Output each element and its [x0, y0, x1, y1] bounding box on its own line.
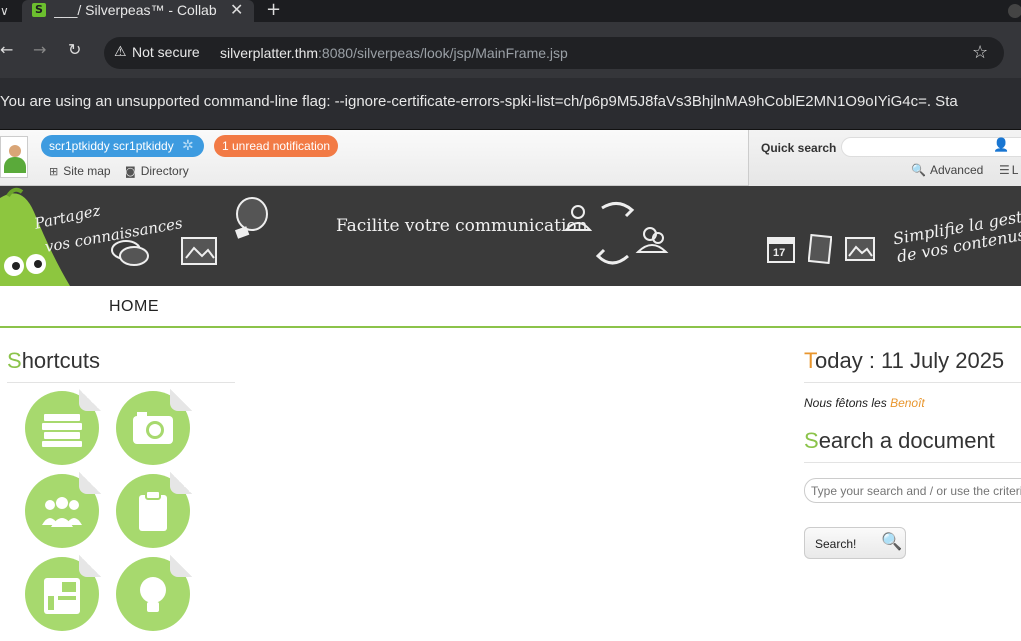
shortcut-calendar[interactable] [25, 555, 101, 631]
today-title: Today : 11 July 2025 [804, 348, 1004, 374]
today-title-initial: T [804, 348, 815, 373]
search-title-rest: earch a document [818, 428, 995, 453]
browser-tab[interactable]: S ___/ Silverpeas™ - Collab ✕ [22, 0, 254, 22]
directory-icon: ◙ [125, 165, 136, 178]
silverpeas-banner: Partagez vos connaissances Facilite votr… [0, 186, 1021, 286]
user-menu-button[interactable]: scr1ptkiddy scr1ptkiddy ✲ [41, 135, 204, 157]
url-text[interactable]: silverplatter.thm:8080/silverpeas/look/j… [220, 45, 568, 61]
advanced-search-link[interactable]: 🔍 Advanced [911, 163, 983, 177]
browser-toolbar: ← → ↻ ⚠ Not secure silverplatter.thm:808… [0, 22, 1021, 78]
calendar-day: 17 [773, 247, 786, 259]
silverpeas-topbar: scr1ptkiddy scr1ptkiddy ✲ 1 unread notif… [0, 130, 1021, 186]
search-title-initial: S [804, 428, 819, 453]
document-icon [808, 234, 832, 264]
banner-communication-text: Facilite votre communication [336, 216, 588, 236]
url-path: :8080/silverpeas/look/jsp/MainFrame.jsp [318, 45, 568, 61]
document-search-field[interactable] [804, 478, 1021, 503]
speech-bubbles-icon [111, 240, 149, 266]
search-title: Search a document [804, 428, 995, 454]
browser-tab-bar: ∨ S ___/ Silverpeas™ - Collab ✕ + [0, 0, 1021, 22]
name-day: Nous fêtons les Benoît [804, 396, 925, 410]
window-control[interactable] [1008, 4, 1021, 18]
avatar-head [9, 145, 21, 157]
list-label: L [1011, 163, 1019, 177]
shortcuts-title-rest: hortcuts [21, 348, 100, 373]
url-host: silverplatter.thm [220, 45, 319, 61]
list-icon: ☰ [999, 163, 1010, 177]
user-name: scr1ptkiddy scr1ptkiddy [49, 139, 174, 153]
forward-button[interactable]: → [33, 42, 46, 58]
picture-icon [845, 237, 875, 261]
tab-title: ___/ Silverpeas™ - Collab [54, 2, 217, 18]
menu-home-link[interactable]: HOME [109, 298, 159, 316]
quick-search-label: Quick search [761, 141, 837, 155]
name-day-prefix: Nous fêtons les [804, 396, 887, 410]
quick-search-area: Quick search 👤 🔍 Advanced ☰ L [748, 130, 1021, 186]
search-button[interactable]: Search! 🔍 [804, 527, 906, 559]
directory-link[interactable]: ◙ Directory [125, 164, 189, 178]
main-menu-bar: HOME [0, 286, 1021, 328]
shortcuts-title: Shortcuts [7, 348, 100, 374]
lightbulb-icon [234, 197, 268, 239]
document-search-input[interactable] [811, 482, 1021, 500]
search-divider [804, 462, 1021, 463]
site-map-icon: ⊞ [49, 165, 59, 178]
shortcut-ideas[interactable] [116, 555, 192, 631]
people-exchange-icon [563, 202, 669, 265]
bookmark-star-icon[interactable]: ☆ [972, 42, 988, 63]
shortcut-camera[interactable] [116, 389, 192, 465]
new-tab-button[interactable]: + [266, 0, 281, 20]
warning-icon[interactable]: ⚠ [114, 44, 127, 60]
close-tab-icon[interactable]: ✕ [230, 0, 243, 20]
silverpeas-favicon-icon: S [32, 3, 46, 17]
users-group-icon [42, 497, 82, 527]
advanced-search-icon: 🔍 [911, 163, 926, 177]
gear-icon[interactable]: ✲ [182, 135, 194, 157]
advanced-label: Advanced [929, 163, 984, 177]
books-icon [42, 414, 82, 447]
today-divider [804, 382, 1021, 383]
reload-button[interactable]: ↻ [68, 42, 81, 58]
security-status[interactable]: Not secure [132, 44, 200, 60]
search-icon: 🔍 [881, 532, 903, 552]
avatar[interactable] [0, 136, 28, 178]
avatar-body [4, 157, 26, 173]
lightbulb-icon [140, 577, 166, 612]
infobar-message: You are using an unsupported command-lin… [0, 93, 958, 110]
site-map-label: Site map [63, 164, 111, 178]
search-button-label: Search! [815, 537, 857, 551]
address-bar[interactable]: ⚠ Not secure silverplatter.thm:8080/silv… [104, 37, 1004, 69]
shortcuts-title-initial: S [7, 348, 22, 373]
notification-badge[interactable]: 1 unread notification [214, 135, 339, 157]
name-day-name[interactable]: Benoît [890, 396, 925, 410]
shortcut-clipboard[interactable] [116, 472, 192, 548]
planner-icon [44, 578, 80, 614]
clipboard-icon [139, 490, 167, 531]
image-board-icon [181, 237, 217, 265]
today-title-rest: oday : 11 July 2025 [815, 348, 1005, 373]
shortcut-books[interactable] [25, 389, 101, 465]
camera-icon [133, 412, 173, 444]
user-icon[interactable]: 👤 [993, 138, 1009, 153]
shortcut-community[interactable] [25, 472, 101, 548]
back-button[interactable]: ← [0, 42, 13, 58]
unsupported-flag-infobar: You are using an unsupported command-lin… [0, 78, 1021, 130]
site-map-link[interactable]: ⊞ Site map [49, 164, 111, 178]
tab-search-icon[interactable]: ∨ [0, 0, 9, 22]
directory-label: Directory [140, 164, 189, 178]
shortcuts-divider [7, 382, 235, 383]
list-link[interactable]: ☰ L [999, 163, 1018, 177]
